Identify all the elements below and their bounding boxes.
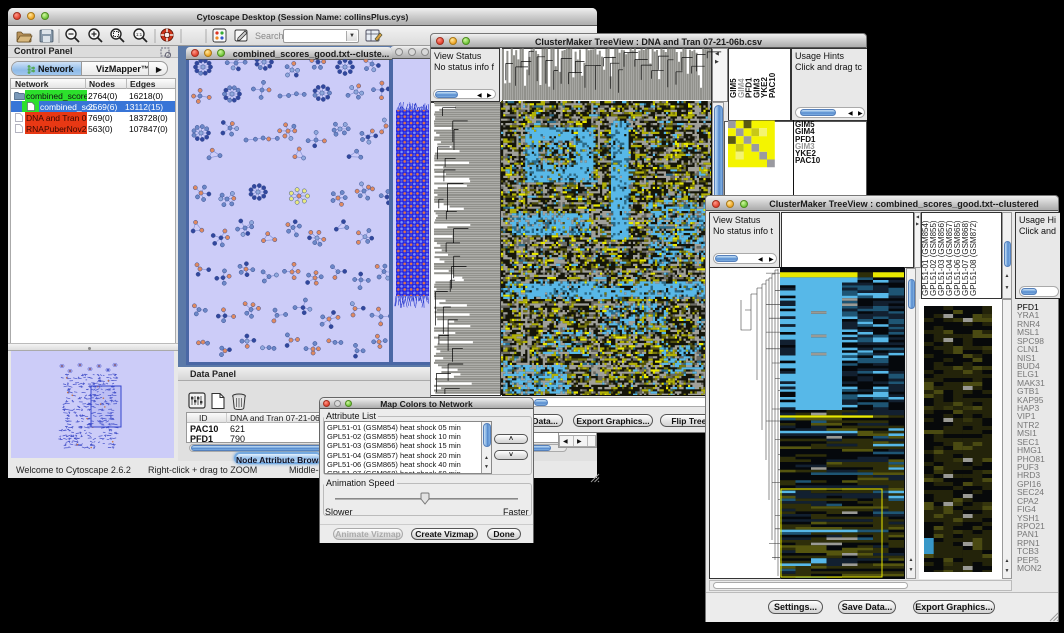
svg-text:1:1: 1:1 — [136, 32, 143, 37]
svg-text:Search:: Search: — [255, 31, 286, 41]
